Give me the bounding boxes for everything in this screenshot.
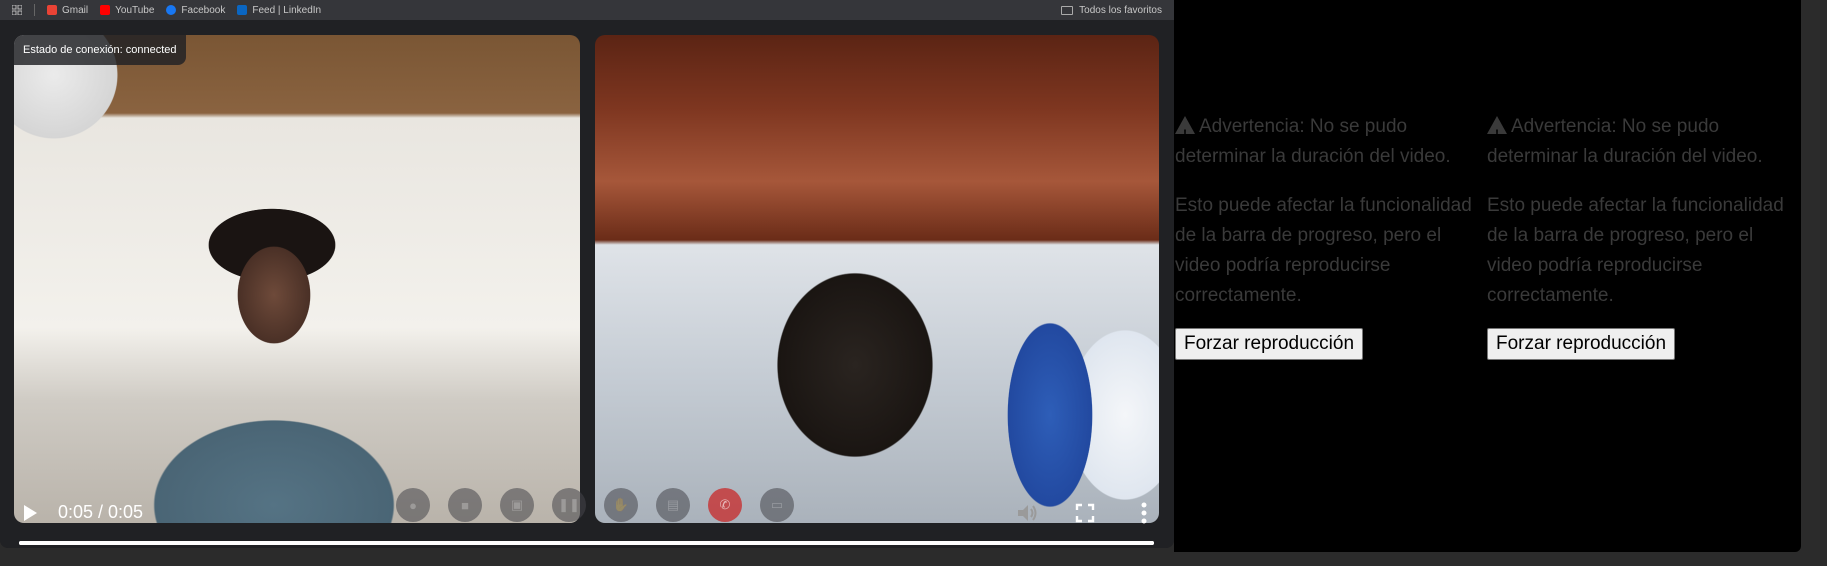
warning-title-text: Advertencia: No se pudo determinar la du… (1175, 116, 1451, 167)
all-favorites[interactable]: Todos los favoritos (1061, 5, 1162, 16)
force-play-button[interactable]: Forzar reproducción (1487, 328, 1676, 360)
all-favorites-label: Todos los favoritos (1079, 4, 1162, 16)
bookmarks-bar: Gmail YouTube Facebook Feed | LinkedIn T… (0, 0, 1174, 20)
bookmark-label: Gmail (62, 4, 89, 16)
bookmarks-separator (34, 4, 35, 16)
play-icon[interactable] (24, 505, 37, 521)
video-progress-fill (19, 541, 1154, 545)
warning-icon (1487, 116, 1507, 149)
youtube-icon (100, 5, 111, 15)
warning-body: Esto puede afectar la funcionalidad de l… (1175, 195, 1472, 306)
warning-title-text: Advertencia: No se pudo determinar la du… (1487, 116, 1763, 167)
connection-status-badge: Estado de conexión: connected (14, 35, 186, 65)
participant-tile-local (14, 35, 580, 523)
video-controls: 0:05 / 0:05 (0, 490, 1174, 548)
more-options-icon[interactable] (1140, 502, 1148, 524)
warning-title: Advertencia: No se pudo determinar la du… (1175, 112, 1475, 172)
video-progress-bar[interactable] (19, 541, 1154, 545)
warning-body: Esto puede afectar la funcionalidad de l… (1487, 195, 1784, 306)
linkedin-icon (237, 5, 248, 15)
bookmark-label: YouTube (115, 4, 155, 16)
apps-grid-icon[interactable] (12, 5, 22, 15)
bookmark-gmail[interactable]: Gmail (47, 5, 88, 16)
gmail-icon (47, 5, 57, 15)
video-time: 0:05 / 0:05 (58, 502, 144, 522)
participant-tile-remote (595, 35, 1159, 523)
bookmark-youtube[interactable]: YouTube (100, 5, 154, 16)
force-play-button[interactable]: Forzar reproducción (1175, 328, 1364, 360)
warning-block: Advertencia: No se pudo determinar la du… (1487, 112, 1787, 360)
bookmark-facebook[interactable]: Facebook (166, 5, 225, 16)
bookmark-linkedin[interactable]: Feed | LinkedIn (237, 5, 321, 16)
warning-block: Advertencia: No se pudo determinar la du… (1175, 112, 1475, 360)
bookmark-label: Feed | LinkedIn (252, 4, 322, 16)
video-call-area: Estado de conexión: connected ● ■ ▣ ❚❚ ✋… (0, 20, 1174, 548)
warning-icon (1175, 116, 1195, 149)
folder-icon (1061, 5, 1074, 15)
bookmark-label: Facebook (181, 4, 226, 16)
facebook-icon (166, 5, 177, 15)
volume-icon[interactable] (1016, 503, 1038, 523)
warning-title: Advertencia: No se pudo determinar la du… (1487, 112, 1787, 172)
fullscreen-icon[interactable] (1075, 503, 1095, 523)
recorded-video-player[interactable]: Gmail YouTube Facebook Feed | LinkedIn T… (0, 0, 1174, 548)
